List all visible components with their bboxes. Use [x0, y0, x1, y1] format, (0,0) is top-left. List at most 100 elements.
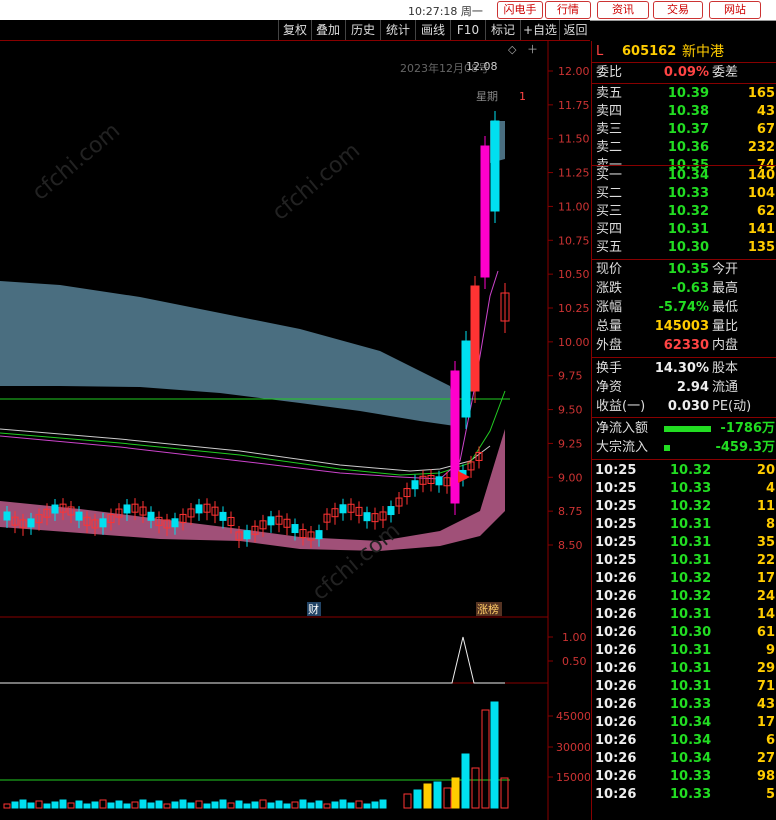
price-tick-label: 9.50 [558, 404, 583, 417]
tick-volume: 8 [765, 517, 775, 532]
tick-row: 10:26 10.33 43 [592, 696, 776, 714]
stat-label-2: 流通 [712, 380, 739, 395]
website-button[interactable]: 网站 [709, 1, 761, 19]
tick-row: 10:26 10.33 98 [592, 768, 776, 786]
bid-row[interactable]: 买二 10.33 104 [592, 185, 776, 203]
draw-line-button[interactable]: 画线 [415, 20, 450, 40]
candle-body [171, 518, 179, 528]
weekday-number: 1 [519, 90, 526, 103]
tick-price: 10.33 [670, 769, 712, 784]
weibi-value: 0.09% [663, 65, 709, 80]
volume-bar [259, 799, 267, 809]
tick-volume: 4 [765, 481, 775, 496]
overlay-button[interactable]: 叠加 [311, 20, 344, 40]
candle-body [461, 340, 471, 418]
tick-row: 10:25 10.33 4 [592, 480, 776, 498]
volume-bar [339, 799, 347, 809]
ask-row[interactable]: 卖三 10.37 67 [592, 121, 776, 139]
price-tick-label: 11.00 [558, 200, 590, 213]
news-button[interactable]: 资讯 [597, 1, 649, 19]
volume-bar [131, 801, 139, 809]
volume-bar [413, 789, 422, 809]
tick-price: 10.32 [670, 499, 712, 514]
indicator-pane: 1.00 0.50 [0, 631, 587, 684]
stat-label: 总量 [596, 319, 623, 334]
tick-time: 10:26 [595, 625, 637, 640]
volume-bar [500, 777, 509, 809]
level-label: 买四 [596, 222, 623, 237]
tick-row: 10:26 10.31 9 [592, 642, 776, 660]
price-tick-label: 11.50 [558, 133, 590, 146]
tick-volume: 27 [756, 751, 775, 766]
volume-bar [471, 767, 480, 809]
tick-price: 10.31 [670, 643, 712, 658]
candle-body [363, 512, 371, 522]
stat-label-2: 最低 [712, 300, 739, 315]
candle-body [75, 511, 83, 521]
stat-label: 净资 [596, 380, 623, 395]
add-watchlist-button[interactable]: +自选 [520, 20, 559, 40]
history-button[interactable]: 历史 [345, 20, 380, 40]
candle-body [470, 285, 480, 392]
tick-price: 10.31 [670, 679, 712, 694]
candle-body [450, 370, 460, 504]
mark-button[interactable]: 标记 [485, 20, 520, 40]
bid-row[interactable]: 买四 10.31 141 [592, 221, 776, 239]
price-tick-label: 8.75 [558, 505, 583, 518]
flow-value: -1786万 [720, 421, 775, 436]
ask-row[interactable]: 卖四 10.38 43 [592, 103, 776, 121]
tick-time: 10:26 [595, 697, 637, 712]
ask-row[interactable]: 卖二 10.36 232 [592, 139, 776, 157]
stat-value: 0.030 [667, 399, 709, 414]
tick-volume: 43 [756, 697, 775, 712]
bid-row[interactable]: 买三 10.32 62 [592, 203, 776, 221]
quotes-button[interactable]: 行情 [545, 1, 591, 19]
candle-body [99, 518, 107, 528]
volume-bar [11, 801, 19, 809]
flash-trade-button[interactable]: 闪电手 [497, 1, 543, 19]
tick-volume: 71 [756, 679, 775, 694]
price-tick-label: 11.75 [558, 99, 590, 112]
stat-value: 62330 [663, 338, 709, 353]
ask-row[interactable]: 卖五 10.39 165 [592, 85, 776, 103]
candle-body [339, 504, 347, 514]
restore-rights-button[interactable]: 复权 [278, 20, 311, 40]
price-tick-label: 9.75 [558, 370, 583, 383]
candle-body [123, 504, 131, 514]
volume-pane: 45000 30000 15000 [0, 701, 590, 809]
back-button[interactable]: 返回 [559, 20, 591, 40]
flow-row: 大宗流入 -459.3万 [592, 439, 776, 457]
stat-label: 现价 [596, 262, 623, 277]
flow-bar [664, 426, 711, 432]
crosshair-icon[interactable]: ＋ [527, 43, 538, 56]
tick-row: 10:26 10.33 5 [592, 786, 776, 804]
price-axis: 12.00 11.75 11.50 11.25 11.00 10.75 10.50 10.25… [548, 65, 590, 552]
candle-body [387, 506, 395, 516]
volume-bar [451, 777, 460, 809]
tick-volume: 5 [765, 787, 775, 802]
candle-body [51, 504, 59, 514]
trade-button[interactable]: 交易 [653, 1, 703, 19]
bid-row[interactable]: 买一 10.34 140 [592, 167, 776, 185]
tick-time: 10:26 [595, 589, 637, 604]
tick-time: 10:26 [595, 769, 637, 784]
bid-row[interactable]: 买五 10.30 135 [592, 239, 776, 257]
stock-code: 605162 [622, 44, 677, 59]
f10-button[interactable]: F10 [450, 20, 485, 40]
statistics-button[interactable]: 统计 [380, 20, 415, 40]
stat-label-2: 今开 [712, 262, 739, 277]
volume-bar [331, 801, 339, 809]
volume-bar [481, 709, 490, 809]
tick-price: 10.32 [670, 571, 712, 586]
volume-bar [283, 803, 291, 809]
vol-tick-label: 30000 [556, 741, 590, 754]
diamond-icon[interactable]: ◇ [508, 43, 517, 56]
tick-price: 10.32 [670, 463, 712, 478]
fin-row: 净资 2.94 流通 [592, 379, 776, 397]
tick-row: 10:26 10.34 17 [592, 714, 776, 732]
volume-bar [243, 803, 251, 809]
candle-body [219, 511, 227, 521]
kline-chart[interactable]: 12.0011.7511.5011.2511.0010.7510.5010.25… [0, 41, 590, 820]
level-label: 卖三 [596, 122, 623, 137]
tick-volume: 17 [756, 715, 775, 730]
